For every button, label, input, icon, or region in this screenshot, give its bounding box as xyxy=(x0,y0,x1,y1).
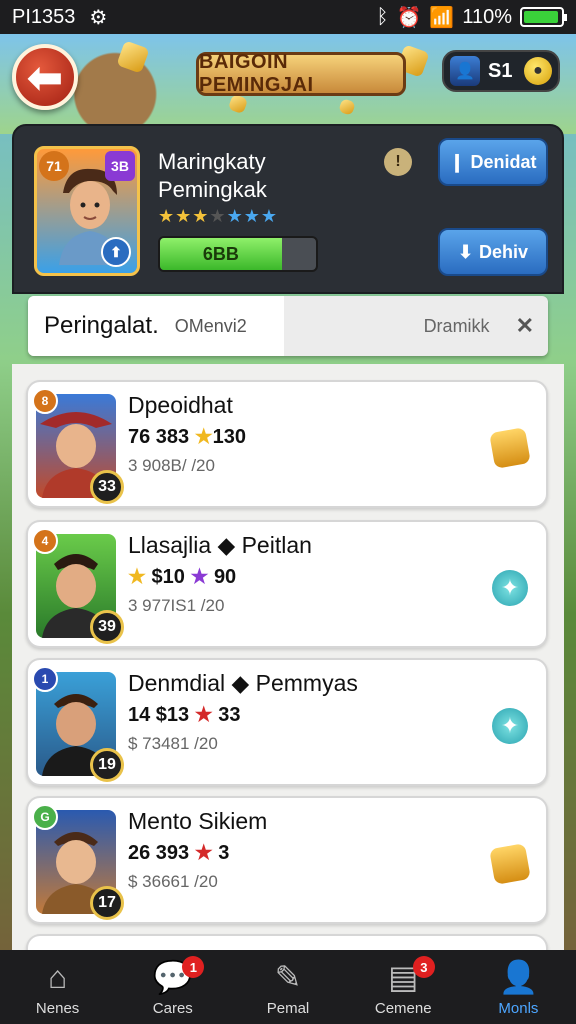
coin-decoration xyxy=(116,40,150,74)
stat-b: 90 xyxy=(213,566,237,588)
hero-progress-bar: 6BB xyxy=(158,236,318,272)
currency-value: S1 xyxy=(488,59,513,82)
coin-icon: ● xyxy=(524,57,552,85)
primary-action-label: Denidat xyxy=(470,151,537,172)
rank-badge: 39 xyxy=(90,610,124,644)
player-name: Mento Sikiem xyxy=(128,808,268,834)
hero-name-line2: Pemingkak xyxy=(158,177,267,202)
gold-chest-icon[interactable] xyxy=(489,843,531,885)
player-sub: $ 73481 /20 xyxy=(128,734,218,753)
player-name: Denmdial ◆ Pemmyas xyxy=(128,670,358,696)
upgrade-icon: ⬆ xyxy=(101,237,131,267)
level-badge: 71 xyxy=(39,151,69,181)
hero-name: Maringkaty Pemingkak xyxy=(158,148,267,204)
nav-item-calendar[interactable]: ▤ 3 Cemene xyxy=(346,950,461,1024)
stat-b: 33 xyxy=(218,704,241,726)
class-badge: 4 xyxy=(32,528,58,554)
rank-badge: 33 xyxy=(90,470,124,504)
list-item[interactable]: 8 33 Dpeoidhat 76 383 ★130 3 908B/ /20 xyxy=(26,380,548,508)
bottom-nav: ⌂ Nenes 💬 1 Cares ✎ Pemal ▤ 3 Cemene 👤 M… xyxy=(0,950,576,1024)
tab-bar: Peringalat. OMenvi2 Dramikk ✕ xyxy=(28,296,548,356)
stat-a: 26 393 xyxy=(128,842,190,864)
tab-secondary[interactable]: Dramikk xyxy=(424,316,490,337)
player-sub: $ 36661 /20 xyxy=(128,872,218,891)
tab-active-sub: OMenvi2 xyxy=(174,315,247,336)
teal-gem-icon[interactable]: ✦ xyxy=(492,570,528,606)
player-stats: 76 383 ★130 xyxy=(128,424,246,449)
avatar-icon: 👤 xyxy=(450,56,480,86)
exclamation-icon: ❙ xyxy=(449,151,465,172)
tab-active[interactable]: Peringalat. OMenvi2 xyxy=(28,296,284,356)
list-item[interactable]: 1 19 Denmdial ◆ Pemmyas 14 $13 ★ 33 $ 73… xyxy=(26,658,548,786)
rank-badge: 3B xyxy=(105,151,135,181)
notification-badge: 1 xyxy=(182,956,205,978)
nav-label: Cemene xyxy=(374,999,432,1017)
nav-label: Cares xyxy=(152,999,193,1017)
list-item[interactable]: 4 39 Llasajlia ◆ Peitlan ★ $10 ★ 90 3 97… xyxy=(26,520,548,648)
nav-item-profile[interactable]: 👤 Monls xyxy=(461,950,576,1024)
hero-stars: ★★★★★★★ xyxy=(158,206,278,226)
class-badge: 1 xyxy=(32,666,58,692)
nav-item-edit[interactable]: ✎ Pemal xyxy=(230,950,345,1024)
status-bar: PI1353 ⚙ ᛒ ⏰ 📶 110% xyxy=(0,0,576,34)
player-stats: 26 393 ★ 3 xyxy=(128,840,229,865)
home-icon: ⌂ xyxy=(47,958,68,995)
player-stats: 14 $13 ★ 33 xyxy=(128,702,240,727)
stat-a: $10 xyxy=(151,566,185,588)
player-sub: 3 977IS1 /20 xyxy=(128,596,225,615)
star-icon: ★ xyxy=(128,566,146,588)
class-badge: G xyxy=(32,804,58,830)
star-icon: ★ xyxy=(190,566,209,588)
class-badge: 8 xyxy=(32,388,58,414)
edit-icon: ✎ xyxy=(274,958,302,995)
settings-icon: ⚙ xyxy=(89,6,108,29)
player-stats: ★ $10 ★ 90 xyxy=(128,564,236,589)
hero-portrait[interactable]: 71 3B ⬆ xyxy=(34,146,140,276)
hero-panel: 71 3B ⬆ Maringkaty Pemingkak ★★★★★★★ 6BB… xyxy=(12,124,564,294)
hero-name-line1: Maringkaty xyxy=(158,149,266,174)
alarm-icon: ⏰ xyxy=(396,6,422,29)
gold-chest-icon[interactable] xyxy=(489,427,531,469)
coin-decoration xyxy=(338,98,356,116)
nav-label: Nenes xyxy=(35,999,80,1017)
primary-action-button[interactable]: ❙ Denidat xyxy=(438,138,548,186)
notification-badge: 3 xyxy=(412,956,435,978)
title-banner: BAIGOIN PEMINGJAI xyxy=(196,51,406,96)
info-icon[interactable]: ! xyxy=(384,148,412,176)
stat-b: 3 xyxy=(218,842,230,864)
status-time: PI1353 xyxy=(12,5,76,28)
nav-label: Monls xyxy=(498,999,539,1017)
nav-label: Pemal xyxy=(266,999,310,1017)
progress-label: 6BB xyxy=(202,243,239,264)
secondary-action-label: Dehiv xyxy=(479,241,529,262)
list-item[interactable]: G 17 Mento Sikiem 26 393 ★ 3 $ 36661 /20 xyxy=(26,796,548,924)
star-icon: ★ xyxy=(194,704,213,726)
profile-icon: 👤 xyxy=(498,958,539,995)
download-icon: ⬇ xyxy=(457,241,474,262)
rank-badge: 19 xyxy=(90,748,124,782)
player-name: Dpeoidhat xyxy=(128,392,233,418)
stat-a: 14 $13 xyxy=(128,704,190,726)
battery-icon xyxy=(520,7,567,27)
player-sub: 3 908B/ /20 xyxy=(128,456,215,475)
player-name: Llasajlia ◆ Peitlan xyxy=(128,532,312,558)
stat-a: 76 383 xyxy=(128,426,190,448)
nav-item-chat[interactable]: 💬 1 Cares xyxy=(115,950,230,1024)
nav-item-home[interactable]: ⌂ Nenes xyxy=(0,950,115,1024)
bluetooth-icon: ᛒ xyxy=(376,5,389,28)
stat-b: 130 xyxy=(212,426,247,448)
star-icon: ★ xyxy=(194,426,213,448)
arrow-left-icon: ⬅ xyxy=(27,53,63,101)
tab-active-title: Peringalat. xyxy=(44,312,159,339)
battery-percent: 110% xyxy=(462,5,512,28)
wifi-icon: 📶 xyxy=(429,6,455,29)
star-icon: ★ xyxy=(194,842,213,864)
back-button[interactable]: ⬅ xyxy=(12,44,78,110)
currency-display[interactable]: 👤 S1 ● xyxy=(442,50,560,92)
rank-badge: 17 xyxy=(90,886,124,920)
close-icon[interactable]: ✕ xyxy=(516,313,534,339)
teal-gem-icon[interactable]: ✦ xyxy=(492,708,528,744)
secondary-action-button[interactable]: ⬇ Dehiv xyxy=(438,228,548,276)
